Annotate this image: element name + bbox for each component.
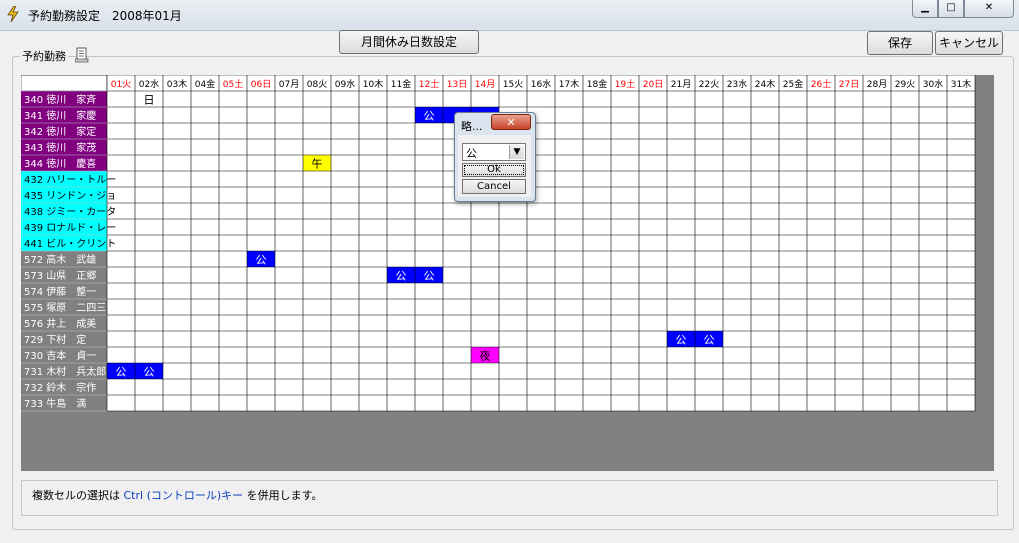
- shift-code-label: 公: [116, 366, 127, 379]
- day-header-label: 02水: [139, 78, 159, 90]
- group-label: 予約勤務: [20, 48, 68, 64]
- employee-name-label: 435 リンドン・ジョ: [24, 191, 116, 202]
- employee-name-label: 341 徳川 家慶: [24, 109, 96, 122]
- monthly-holiday-settings-button[interactable]: 月間休み日数設定: [339, 30, 479, 54]
- employee-name-label: 733 牛島 満: [24, 397, 86, 410]
- save-button[interactable]: 保存: [867, 31, 933, 55]
- title-bar: 予約勤務設定 2008年01月 ▁ □ ✕: [0, 0, 1019, 31]
- dialog-close-button[interactable]: ✕: [491, 114, 531, 130]
- shift-code-label: 公: [424, 270, 435, 283]
- day-header-label: 10木: [363, 78, 383, 90]
- maximize-button[interactable]: □: [938, 0, 964, 18]
- employee-name-label: 438 ジミー・カータ: [24, 206, 116, 218]
- employee-name-label: 441 ビル・クリント: [24, 238, 116, 250]
- status-panel: 複数セルの選択は Ctrl (コントロール)キー を併用します。: [21, 480, 998, 516]
- window-close-button[interactable]: ✕: [964, 0, 1014, 18]
- day-header-label: 15火: [503, 79, 523, 90]
- employee-name-label: 732 鈴木 宗作: [24, 381, 96, 394]
- employee-name-label: 575 塚原 二四三: [24, 302, 106, 314]
- day-header-label: 18金: [587, 78, 607, 90]
- day-header-label: 03木: [167, 78, 187, 90]
- day-header-label: 26土: [811, 78, 831, 90]
- employee-name-label: 432 ハリー・トルー: [24, 175, 116, 186]
- employee-name-label: 574 伊藤 整一: [24, 285, 96, 298]
- day-header-label: 29火: [895, 79, 915, 90]
- day-header-label: 05土: [223, 78, 243, 90]
- day-header-label: 30水: [923, 78, 943, 90]
- cancel-button[interactable]: キャンセル: [935, 31, 1003, 55]
- employee-name-label: 343 徳川 家茂: [24, 141, 96, 154]
- shift-code-label: 公: [396, 270, 407, 283]
- document-icon[interactable]: [75, 47, 89, 63]
- employee-name-label: 340 徳川 家斉: [24, 93, 96, 106]
- grid-corner: [21, 75, 108, 92]
- shift-code-label: 公: [144, 366, 155, 379]
- minimize-icon: ▁: [921, 2, 929, 13]
- day-header-label: 19土: [615, 78, 635, 90]
- shift-code-label: 公: [676, 334, 687, 347]
- employee-name-label: 342 徳川 家定: [24, 125, 96, 138]
- day-header-label: 25金: [783, 78, 803, 90]
- employee-name-label: 573 山県 正郷: [24, 270, 96, 282]
- window-title: 予約勤務設定 2008年01月: [28, 9, 182, 23]
- day-header-label: 20日: [643, 79, 663, 90]
- day-header-label: 23水: [727, 78, 747, 90]
- day-header-label: 28月: [867, 79, 887, 90]
- shift-code-label: 公: [704, 334, 715, 347]
- minimize-button[interactable]: ▁: [912, 0, 938, 18]
- day-header-label: 12土: [419, 78, 439, 90]
- employee-name-label: 576 井上 成美: [24, 317, 96, 330]
- day-header-label: 13日: [447, 79, 467, 90]
- dialog-cancel-button[interactable]: Cancel: [462, 179, 526, 194]
- employee-name-label: 729 下村 定: [24, 333, 86, 346]
- day-header-label: 21月: [671, 79, 691, 90]
- chevron-down-icon[interactable]: ▼: [509, 145, 524, 159]
- day-header-label: 24木: [755, 78, 775, 90]
- employee-name-label: 731 木村 兵太郎: [24, 365, 106, 378]
- day-header-label: 31木: [951, 78, 971, 90]
- day-header-label: 07月: [279, 79, 299, 90]
- day-header-label: 27日: [839, 79, 859, 90]
- shift-code-label: 夜: [480, 349, 491, 363]
- day-header-label: 17木: [559, 78, 579, 90]
- day-header-label: 09水: [335, 78, 355, 90]
- employee-name-label: 439 ロナルド・レー: [24, 222, 116, 234]
- day-header-label: 22火: [699, 79, 719, 90]
- abbreviation-dialog: 略... ✕ 公 ▼ Ok Cancel: [454, 112, 536, 202]
- shift-code-label: 公: [424, 110, 435, 123]
- close-icon: ✕: [506, 116, 516, 129]
- shift-code-label: 午: [312, 158, 323, 171]
- day-header-label: 14月: [475, 79, 495, 90]
- status-hint: 複数セルの選択は Ctrl (コントロール)キー を併用します。: [32, 489, 323, 502]
- dialog-body: 公 ▼ Ok Cancel: [458, 135, 531, 197]
- shift-code-label: 公: [256, 254, 267, 267]
- dialog-title: 略...: [461, 120, 483, 133]
- day-header-label: 11金: [391, 78, 411, 90]
- maximize-icon: □: [946, 2, 956, 13]
- day-header-label: 04金: [195, 78, 215, 90]
- shift-code-label: 日: [144, 94, 155, 107]
- employee-name-label: 730 吉本 貞一: [24, 349, 96, 362]
- shift-code-value: 公: [466, 147, 477, 160]
- day-header-label: 08火: [307, 79, 327, 90]
- employee-name-label: 572 高木 武雄: [24, 253, 96, 266]
- shift-code-select[interactable]: 公 ▼: [462, 143, 526, 161]
- close-icon: ✕: [984, 2, 994, 13]
- day-header-label: 06日: [251, 79, 271, 90]
- ok-button[interactable]: Ok: [462, 163, 526, 177]
- day-header-label: 01火: [111, 79, 131, 90]
- day-header-label: 16水: [531, 78, 551, 90]
- app-lightning-icon: [7, 6, 19, 22]
- employee-name-label: 344 徳川 慶喜: [24, 157, 96, 170]
